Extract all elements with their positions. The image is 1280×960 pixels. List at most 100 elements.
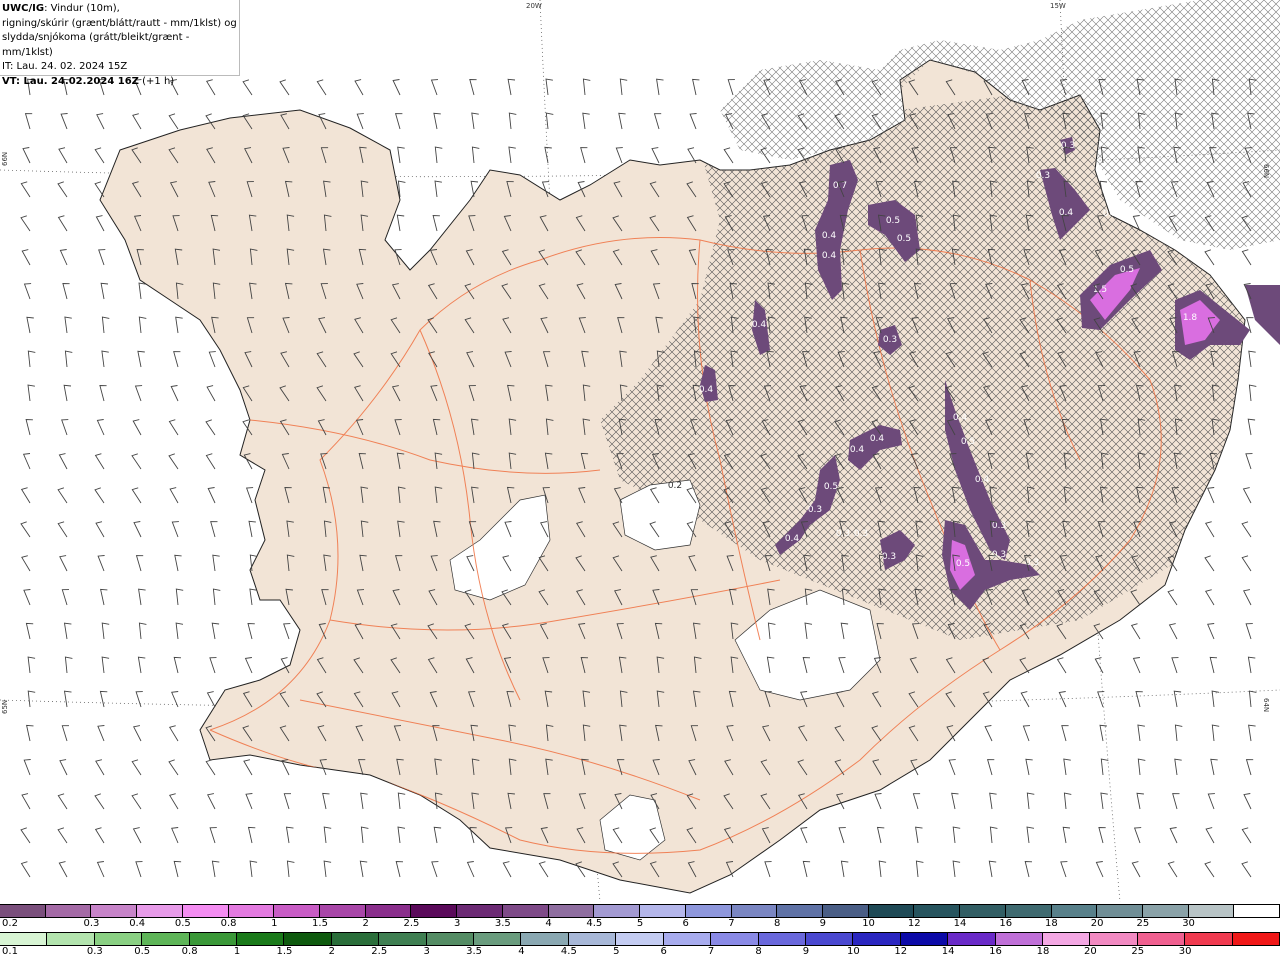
legend-tick: 14 — [953, 918, 967, 929]
legend-tick: 18 — [1036, 946, 1050, 957]
legend-swatch — [1097, 905, 1143, 917]
legend-swatch — [0, 905, 46, 917]
legend-tick: 5 — [636, 918, 644, 929]
precip-label: 0.4 — [953, 413, 968, 423]
precip-label: 0.3 — [882, 552, 896, 562]
legend-swatch — [914, 905, 961, 917]
legend-swatch — [45, 905, 92, 917]
legend-swatch — [411, 905, 458, 917]
precip-label: 0.4 — [785, 534, 800, 544]
precip-label: 0.3 — [1103, 209, 1117, 219]
lead-time: (+1 h) — [138, 75, 175, 87]
legend-tick: 1.5 — [312, 918, 328, 929]
legend-swatch — [320, 905, 366, 917]
legend-tick: 5 — [613, 946, 620, 957]
legend-tick: 6 — [660, 946, 667, 957]
legend-tick: 2 — [328, 946, 336, 957]
legend-swatch — [711, 933, 759, 945]
legend-tick: 4.5 — [586, 918, 603, 929]
legend-tick: 4 — [518, 946, 525, 957]
rain-legend-ticks: 0.1 0.3 0.5 0.8 1 1.5 2 2.5 3 3.5 4 4.5 5 6 7 8 9 10 12 14 1… — [0, 946, 1280, 959]
legend-swatch — [731, 905, 778, 917]
legend-tick: 18 — [1045, 918, 1058, 929]
legend-swatch — [379, 933, 427, 945]
legend-tick: 8 — [773, 918, 781, 929]
legend-tick: 0.8 — [181, 946, 198, 957]
precip-label: 1.8 — [1183, 313, 1198, 323]
legend-tick: 30 — [1178, 946, 1192, 957]
info-title: : Vindur (10m), — [44, 3, 120, 14]
legend-tick: 3.5 — [494, 918, 511, 929]
precip-label: 0.4 — [870, 434, 885, 444]
legend-tick: 0.2 — [2, 918, 18, 929]
legend-swatch — [365, 905, 412, 917]
legend-swatch — [1188, 905, 1235, 917]
snow-legend-bar — [0, 904, 1280, 918]
precip-label: 0.5 — [961, 437, 975, 447]
legend-tick: 20 — [1090, 918, 1104, 929]
legend-swatch — [182, 905, 229, 917]
legend-swatch — [1137, 933, 1186, 945]
info-line-1: UWC/IG: Vindur (10m), — [2, 2, 239, 17]
precip-label: 0.4 — [822, 251, 837, 261]
legend-tick: 25 — [1136, 918, 1150, 929]
legend-swatch — [758, 933, 806, 945]
legend-swatch — [502, 905, 549, 917]
precip-label: 0.5 — [1120, 265, 1134, 275]
legend-tick: 0.5 — [174, 918, 191, 929]
weather-map[interactable]: 0.7 0.5 0.5 0.4 0.4 0.4 0.4 0.3 0.3 0.4 … — [0, 0, 1280, 902]
legend-swatch — [995, 933, 1043, 945]
precip-label: 0.3 — [1061, 141, 1075, 151]
legend-tick: 4.5 — [560, 946, 577, 957]
legend-swatch — [1142, 905, 1189, 917]
legend-tick: 12 — [907, 918, 921, 929]
legend-swatch — [1090, 933, 1138, 945]
legend-swatch — [47, 933, 95, 945]
legend-swatch — [1234, 905, 1280, 917]
legend-swatch — [900, 933, 949, 945]
precip-label: 0.3 — [883, 335, 897, 345]
legend-tick: 8 — [755, 946, 762, 957]
legend-tick: 7 — [707, 946, 715, 957]
legend-swatch — [853, 933, 901, 945]
valid-time: VT: Lau. 24.02.2024 16Z — [2, 75, 139, 87]
legend-tick: 16 — [989, 946, 1002, 957]
legend-swatch — [868, 905, 915, 917]
legend-swatch — [960, 905, 1006, 917]
legend-tick: 0.1 — [2, 946, 18, 957]
legend-swatch — [142, 933, 190, 945]
precip-label: 0.4 — [699, 385, 714, 395]
legend-tick: 10 — [846, 946, 860, 957]
legend-swatch — [189, 933, 238, 945]
precip-label: 0.4 — [752, 320, 767, 330]
legend-swatch — [777, 905, 823, 917]
legend-swatch — [568, 933, 617, 945]
lat-label-left-66n: 66N — [1, 151, 9, 166]
snow-legend-ticks: 0.2 0.3 0.4 0.5 0.8 1 1.5 2 2.5 3 3.5 4 4.5 5 6 7 8 9 10 12… — [0, 918, 1280, 931]
legend-swatch — [548, 905, 595, 917]
legend-tick: 14 — [941, 946, 955, 957]
legend-tick: 12 — [894, 946, 908, 957]
rain-legend-bar — [0, 932, 1280, 946]
precip-label: 0.5 — [897, 234, 911, 244]
legend-swatch — [640, 905, 686, 917]
precip-label: 0.4 — [1059, 208, 1074, 218]
legend-tick: 2.5 — [403, 918, 420, 929]
precip-label: 0.5 — [886, 216, 900, 226]
precip-label: 0.4 — [975, 475, 990, 485]
init-time: IT: Lau. 24. 02. 2024 15Z — [2, 61, 128, 72]
precip-label: 0.2 — [668, 481, 682, 491]
legend-tick: 9 — [802, 946, 810, 957]
legend-swatch — [94, 933, 143, 945]
legend-tick: 7 — [728, 918, 735, 929]
legend-swatch — [663, 933, 712, 945]
precip-label: 0.7 — [833, 181, 847, 191]
lon-label-15w: 15W — [1050, 2, 1066, 10]
legend-swatch — [521, 933, 569, 945]
precip-label: 0.3 — [992, 550, 1006, 560]
legend-swatch — [91, 905, 138, 917]
legend-swatch — [616, 933, 664, 945]
legend-swatch — [331, 933, 380, 945]
legends: 0.2 0.3 0.4 0.5 0.8 1 1.5 2 2.5 3 3.5 4 4.5 5 6 7 8 9 10 12… — [0, 903, 1280, 960]
legend-swatch — [237, 933, 285, 945]
